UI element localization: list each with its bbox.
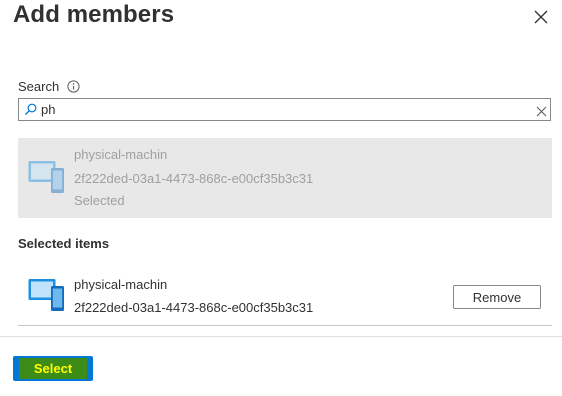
item-divider <box>18 325 552 326</box>
select-button-label: Select <box>18 358 88 379</box>
footer-divider <box>0 336 562 337</box>
search-box[interactable] <box>18 98 551 121</box>
search-result-item[interactable]: physical-machin 2f222ded-03a1-4473-868c-… <box>18 138 552 218</box>
search-icon <box>24 103 37 121</box>
selected-item: physical-machin 2f222ded-03a1-4473-868c-… <box>18 268 552 326</box>
selected-item-id: 2f222ded-03a1-4473-868c-e00cf35b3c31 <box>74 300 314 315</box>
info-icon[interactable] <box>67 80 80 93</box>
result-id: 2f222ded-03a1-4473-868c-e00cf35b3c31 <box>74 171 314 186</box>
select-button[interactable]: Select <box>13 356 93 381</box>
device-icon <box>28 160 66 199</box>
remove-button[interactable]: Remove <box>453 285 541 309</box>
selected-item-name: physical-machin <box>74 277 168 292</box>
result-status: Selected <box>74 193 125 208</box>
panel-title: Add members <box>13 1 175 28</box>
device-icon <box>28 278 66 317</box>
result-name: physical-machin <box>74 147 168 162</box>
search-label-row: Search <box>18 79 80 94</box>
search-label: Search <box>18 79 60 94</box>
clear-icon[interactable] <box>536 104 547 122</box>
selected-items-heading: Selected items <box>18 236 110 251</box>
close-icon <box>534 10 548 24</box>
search-input[interactable] <box>41 101 521 118</box>
close-button[interactable] <box>530 6 552 28</box>
